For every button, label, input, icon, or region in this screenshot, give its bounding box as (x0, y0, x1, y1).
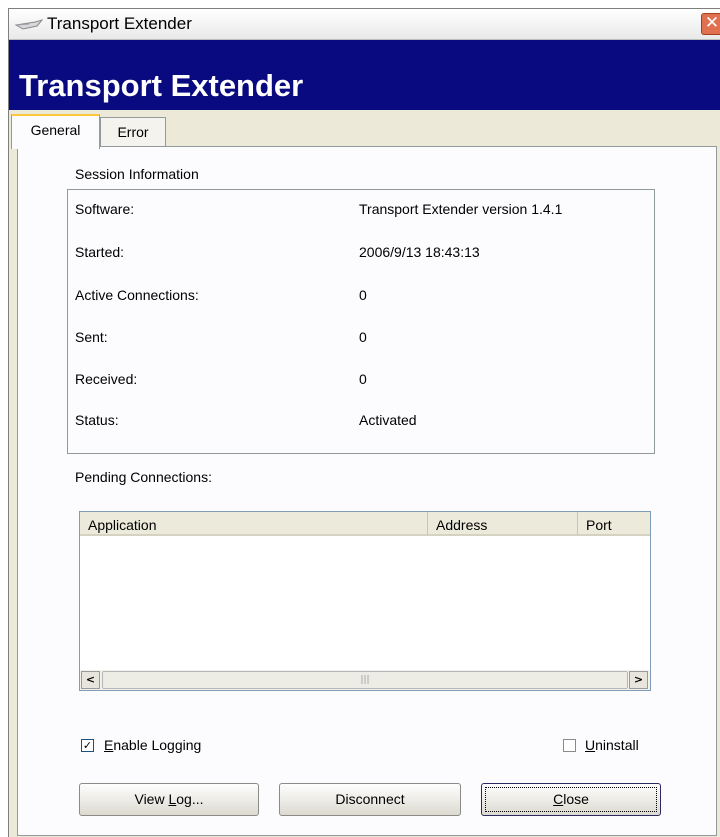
horizontal-scrollbar[interactable]: < ||| > (80, 670, 650, 690)
focus-ring (485, 787, 657, 812)
software-label: Software: (75, 201, 135, 217)
status-label: Status: (75, 412, 119, 428)
view-log-button[interactable]: View Log... (79, 783, 259, 816)
active-connections-label: Active Connections: (75, 287, 199, 303)
uninstall-label[interactable]: Uninstall (585, 737, 639, 753)
scroll-left-button[interactable]: < (81, 671, 100, 689)
close-button[interactable]: Close (481, 783, 661, 816)
view-log-label-rest: og... (176, 791, 204, 807)
dialog-window: Transport Extender ✕ Transport Extender … (8, 8, 720, 837)
pending-connections-list[interactable]: Application Address Port < ||| > (79, 511, 651, 691)
disconnect-button[interactable]: Disconnect (279, 783, 461, 816)
pending-connections-heading: Pending Connections: (75, 469, 212, 485)
tab-general[interactable]: General (11, 114, 100, 149)
close-window-button[interactable]: ✕ (701, 13, 720, 35)
scroll-right-icon: > (633, 673, 644, 686)
received-value: 0 (359, 371, 367, 387)
software-value: Transport Extender version 1.4.1 (359, 201, 563, 217)
column-header-port[interactable]: Port (578, 512, 650, 536)
started-label: Started: (75, 244, 125, 260)
active-connections-value: 0 (359, 287, 367, 303)
uninstall-label-rest: ninstall (595, 737, 639, 753)
enable-logging-mnemonic: E (104, 737, 114, 753)
sent-label: Sent: (75, 329, 108, 345)
session-info-heading: Session Information (75, 166, 199, 182)
banner-title: Transport Extender (19, 68, 304, 103)
header-banner: Transport Extender (9, 40, 720, 110)
tab-general-label: General (30, 122, 81, 138)
started-value: 2006/9/13 18:43:13 (359, 244, 480, 260)
window-title: Transport Extender (47, 14, 192, 33)
app-icon (14, 17, 44, 31)
scroll-grip-icon: ||| (360, 675, 370, 685)
scroll-left-icon: < (85, 673, 96, 686)
status-value: Activated (359, 412, 417, 428)
enable-logging-checkbox[interactable]: ✓ (81, 739, 94, 752)
close-icon: ✕ (704, 13, 720, 33)
column-header-address[interactable]: Address (428, 512, 578, 536)
sent-value: 0 (359, 329, 367, 345)
enable-logging-label[interactable]: Enable Logging (104, 737, 201, 753)
tab-error[interactable]: Error (100, 117, 166, 147)
column-header-address-label: Address (436, 517, 488, 533)
column-header-port-label: Port (586, 517, 612, 533)
title-bar[interactable]: Transport Extender ✕ (9, 9, 720, 40)
view-log-label-first: View (134, 791, 169, 807)
scroll-thumb[interactable]: ||| (102, 671, 628, 689)
scroll-right-button[interactable]: > (629, 671, 648, 689)
uninstall-checkbox[interactable] (563, 739, 576, 752)
tab-error-label: Error (117, 124, 149, 140)
enable-logging-label-rest: nable Logging (113, 737, 202, 753)
uninstall-mnemonic: U (585, 737, 596, 753)
disconnect-label: Disconnect (335, 791, 405, 807)
column-header-application[interactable]: Application (80, 512, 428, 536)
received-label: Received: (75, 371, 138, 387)
column-header-application-label: Application (88, 517, 157, 533)
